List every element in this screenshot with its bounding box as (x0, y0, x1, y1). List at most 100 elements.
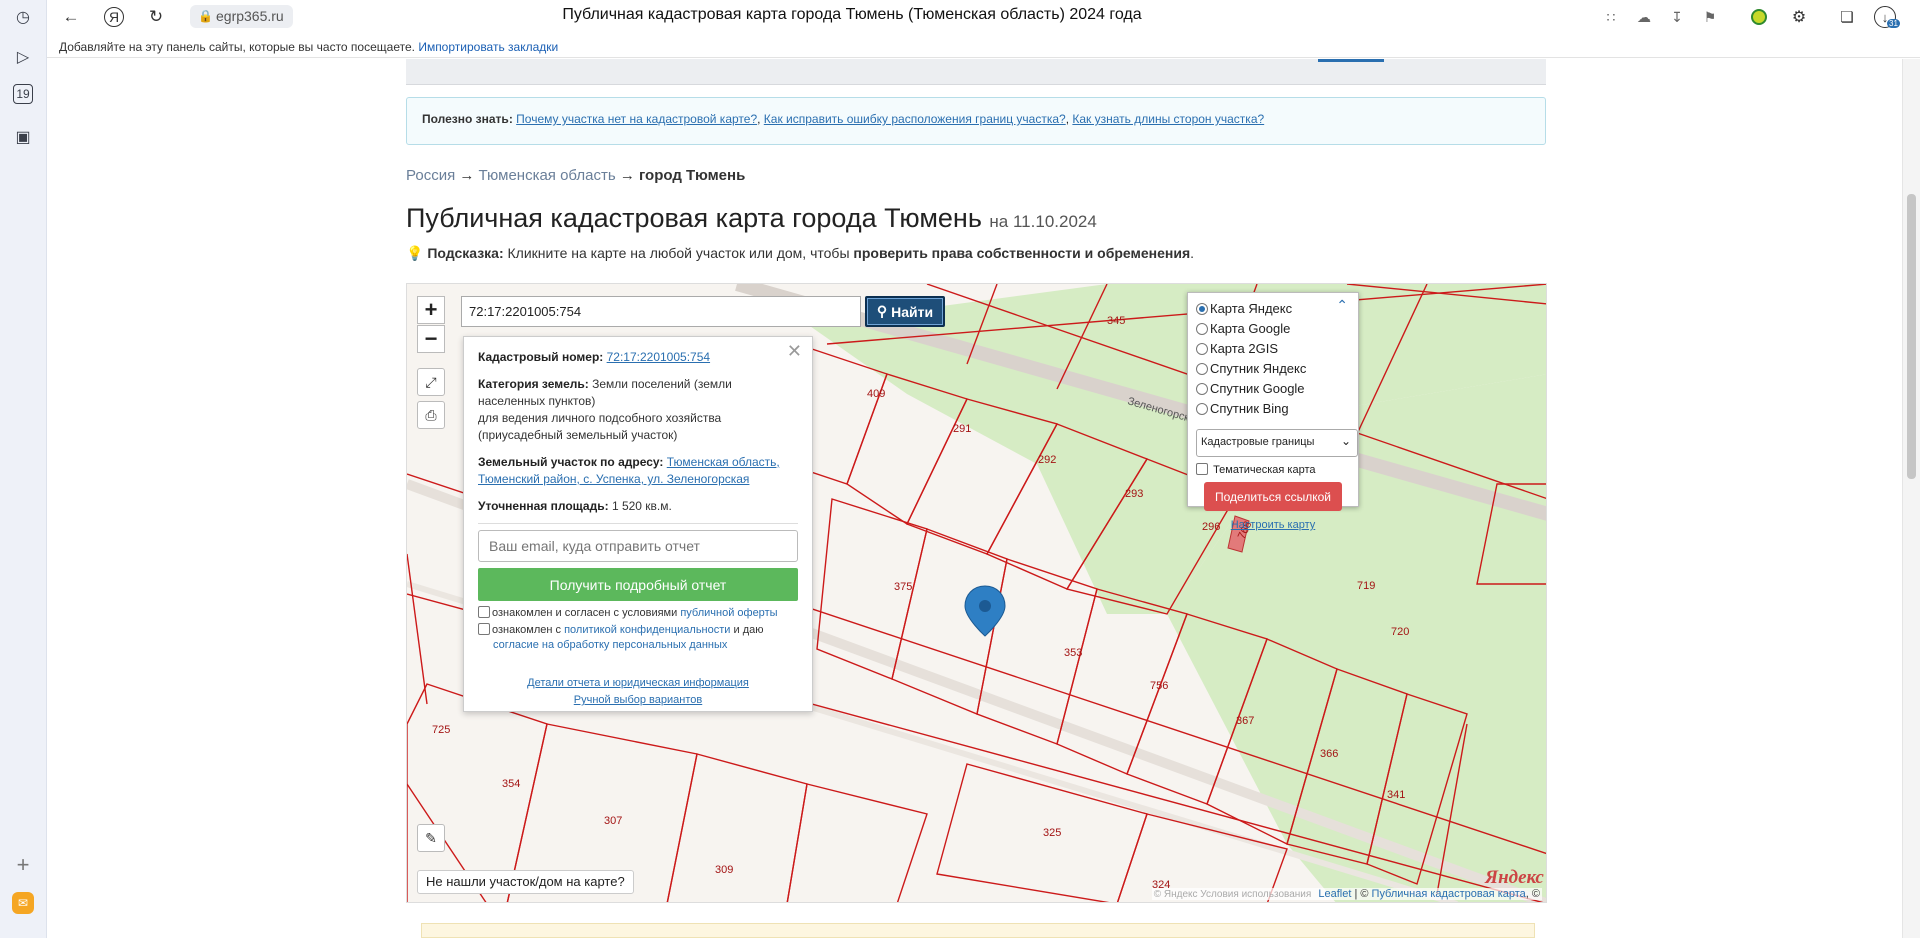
history-icon[interactable]: ◷ (10, 4, 36, 30)
import-bookmarks-link[interactable]: Импортировать закладки (418, 40, 558, 54)
layer-option[interactable]: Спутник Bing (1196, 399, 1350, 419)
consent-link[interactable]: согласие на обработку персональных данны… (493, 639, 727, 651)
print-icon[interactable]: ⎙ (417, 401, 445, 429)
overlay-select[interactable]: Кадастровые границы ⌄ (1196, 429, 1358, 457)
ruler-icon[interactable]: ✎ (417, 824, 445, 852)
layer-radio[interactable] (1196, 383, 1208, 395)
offer-text: ознакомлен и согласен с условиями (492, 607, 678, 619)
mail-icon[interactable]: ✉ (12, 892, 34, 914)
zoom-in-button[interactable]: + (417, 296, 445, 324)
useful-link-3[interactable]: Как узнать длины сторон участка? (1072, 112, 1264, 126)
chevron-down-icon: ⌄ (1340, 434, 1351, 448)
screenshot-icon[interactable]: ▣ (10, 124, 36, 150)
offer-link[interactable]: публичной оферты (680, 607, 777, 619)
page-scrollbar[interactable] (1902, 59, 1920, 938)
notice-banner (421, 923, 1535, 938)
parcel-label[interactable]: 309 (715, 864, 733, 876)
manual-selection-link[interactable]: Ручной выбор вариантов (574, 694, 702, 706)
close-icon[interactable]: ✕ (787, 341, 802, 362)
layer-radio[interactable] (1196, 403, 1208, 415)
not-found-button[interactable]: Не нашли участок/дом на карте? (417, 870, 634, 894)
top-search-button-edge[interactable] (1318, 59, 1384, 62)
parcel-label[interactable]: 341 (1387, 789, 1405, 801)
search-icon: ⚲ (876, 303, 888, 319)
page-title-date: на 11.10.2024 (989, 212, 1097, 231)
configure-map-link[interactable]: Настроить карту (1196, 519, 1350, 531)
reload-icon[interactable]: ↻ (143, 4, 169, 30)
pkk-link[interactable]: Публичная кадастровая карта (1372, 888, 1526, 900)
zoom-out-button[interactable]: − (417, 325, 445, 353)
offer-checkbox[interactable] (478, 606, 490, 618)
parcel-label[interactable]: 366 (1320, 748, 1338, 760)
layer-option[interactable]: Карта Яндекс (1196, 299, 1350, 319)
parcel-label[interactable]: 375 (894, 581, 912, 593)
top-search-panel (406, 59, 1546, 85)
parcel-label[interactable]: 293 (1125, 488, 1143, 500)
breadcrumb-russia[interactable]: Россия (406, 167, 455, 184)
privacy-checkbox[interactable] (478, 623, 490, 635)
collections-icon[interactable]: ❏ (1834, 4, 1860, 30)
bookmarks-bar: Добавляйте на эту панель сайты, которые … (47, 36, 1920, 58)
layer-option[interactable]: Спутник Яндекс (1196, 359, 1350, 379)
share-link-button[interactable]: Поделиться ссылкой (1204, 482, 1342, 511)
downloads-icon[interactable]: ↓ 31 (1874, 6, 1900, 28)
parcel-label[interactable]: 307 (604, 815, 622, 827)
parcel-label[interactable]: 292 (1038, 454, 1056, 466)
layer-option[interactable]: Спутник Google (1196, 379, 1350, 399)
useful-link-1[interactable]: Почему участка нет на кадастровой карте? (516, 112, 757, 126)
area-row: Уточненная площадь: 1 520 кв.м. (478, 498, 798, 515)
address-bar[interactable]: 🔒 egrp365.ru (190, 5, 293, 28)
breadcrumb-region[interactable]: Тюменская область (479, 167, 616, 184)
layer-option[interactable]: Карта 2GIS (1196, 339, 1350, 359)
breadcrumb: Россия → Тюменская область → город Тюмен… (406, 167, 745, 184)
layer-radio[interactable] (1196, 363, 1208, 375)
tabs-icon[interactable]: ∷ (1598, 4, 1624, 30)
useful-link-2[interactable]: Как исправить ошибку расположения границ… (764, 112, 1066, 126)
report-details-link[interactable]: Детали отчета и юридическая информация (527, 677, 749, 689)
page-title-text: Публичная кадастровая карта города Тюмен… (406, 203, 982, 233)
area-value: 1 520 кв.м. (611, 499, 672, 513)
breadcrumb-sep: → (459, 167, 475, 184)
parcel-label[interactable]: 291 (953, 423, 971, 435)
parcel-label[interactable]: 345 (1107, 315, 1125, 327)
parcel-label[interactable]: 725 (432, 724, 450, 736)
layer-radio[interactable] (1196, 303, 1208, 315)
play-icon[interactable]: ▷ (10, 44, 36, 70)
parcel-label[interactable]: 409 (867, 388, 885, 400)
yandex-icon[interactable]: Я (104, 7, 124, 27)
privacy-link[interactable]: политикой конфиденциальности (564, 624, 730, 636)
location-marker-icon[interactable] (964, 585, 1006, 637)
bookmark-icon[interactable]: ⚑ (1697, 4, 1723, 30)
cadastral-search-input[interactable] (461, 296, 861, 327)
parcel-label[interactable]: 756 (1150, 680, 1168, 692)
thematic-checkbox[interactable] (1196, 463, 1208, 475)
layer-radio[interactable] (1196, 323, 1208, 335)
download-manager-icon[interactable]: ↧ (1664, 4, 1690, 30)
find-button-label: Найти (891, 303, 934, 320)
parcel-label[interactable]: 325 (1043, 827, 1061, 839)
privacy-mid: и даю (733, 624, 764, 636)
calendar-icon[interactable]: 19 (13, 84, 33, 104)
email-input[interactable] (478, 530, 798, 562)
scroll-thumb[interactable] (1907, 194, 1916, 479)
find-button[interactable]: ⚲ Найти (865, 296, 945, 327)
cad-number-link[interactable]: 72:17:2201005:754 (607, 350, 710, 364)
back-icon[interactable]: ← (58, 4, 84, 30)
layer-option[interactable]: Карта Google (1196, 319, 1350, 339)
get-report-button[interactable]: Получить подробный отчет (478, 568, 798, 601)
extension-person-icon[interactable]: ⚙ (1786, 4, 1812, 30)
extension-coin-icon[interactable] (1746, 4, 1772, 30)
thematic-checkbox-row[interactable]: Тематическая карта (1196, 463, 1350, 476)
parcel-label[interactable]: 354 (502, 778, 520, 790)
chevron-up-icon[interactable]: ⌃ (1336, 297, 1348, 314)
fullscreen-icon[interactable]: ⤢ (417, 368, 445, 396)
add-panel-icon[interactable]: + (10, 852, 36, 878)
leaflet-link[interactable]: Leaflet (1318, 888, 1351, 900)
parcel-label[interactable]: 719 (1357, 580, 1375, 592)
cadastral-map[interactable]: Зеленогорская ул. 345 299 315 409 291 29… (406, 283, 1547, 903)
headphones-icon[interactable]: ☁ (1631, 4, 1657, 30)
layer-radio[interactable] (1196, 343, 1208, 355)
parcel-label[interactable]: 720 (1391, 626, 1409, 638)
parcel-label[interactable]: 353 (1064, 647, 1082, 659)
parcel-label[interactable]: 367 (1236, 715, 1254, 727)
